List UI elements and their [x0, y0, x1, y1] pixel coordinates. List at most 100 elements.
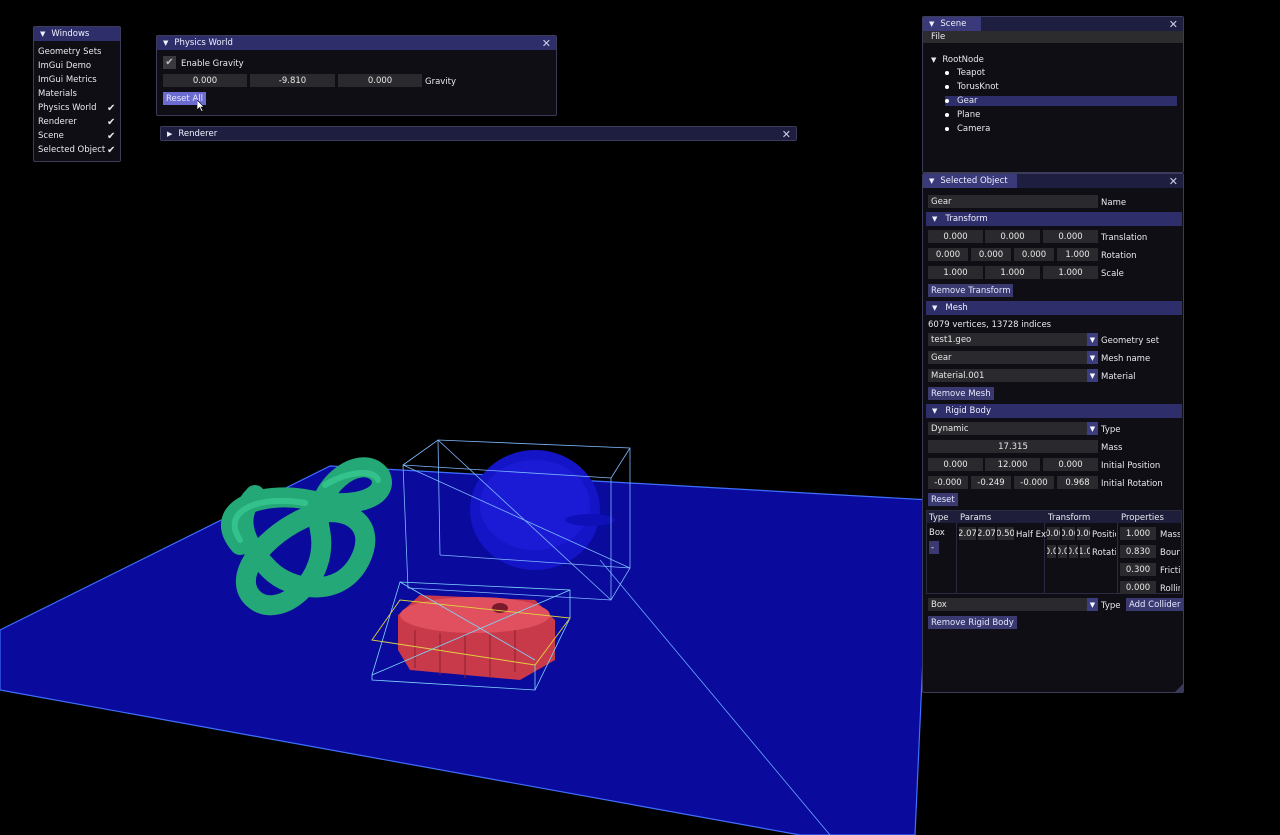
mesh-header[interactable]: ▼ Mesh	[926, 301, 1182, 315]
object-name-input[interactable]: Gear	[928, 195, 1098, 208]
half-extent-z-input[interactable]: 0.50	[997, 527, 1014, 540]
windows-menu-item[interactable]: Geometry Sets	[38, 47, 118, 57]
rigid-body-type-combo[interactable]: Dynamic ▼	[928, 422, 1098, 435]
initial-rotation-w-input[interactable]: 0.968	[1057, 476, 1098, 489]
tree-node[interactable]: Camera	[945, 124, 990, 134]
half-extent-y-input[interactable]: 2.07	[978, 527, 995, 540]
initial-rotation-z-input[interactable]: -0.000	[1014, 476, 1054, 489]
tree-node[interactable]: Teapot	[945, 68, 985, 78]
collapse-triangle-icon[interactable]: ▼	[929, 177, 934, 185]
collider-rotation-y-input[interactable]: 0.0	[1058, 545, 1067, 558]
collider-rotation-w-input[interactable]: 1.0	[1080, 545, 1090, 558]
windows-menu-item[interactable]: Scene ✔	[38, 130, 118, 142]
mesh-name-combo[interactable]: Gear ▼	[928, 351, 1098, 364]
rotation-y-input[interactable]: 0.000	[971, 248, 1011, 261]
translation-z-input[interactable]: 0.000	[1043, 230, 1098, 243]
collider-rotation-z-input[interactable]: 0.0	[1069, 545, 1078, 558]
add-collider-button[interactable]: Add Collider	[1126, 598, 1183, 611]
collider-position-y-input[interactable]: 0.0(	[1062, 527, 1075, 540]
renderer-title: Renderer	[178, 129, 218, 139]
half-extent-x-input[interactable]: 2.07	[959, 527, 976, 540]
scale-y-input[interactable]: 1.000	[985, 266, 1040, 279]
translation-y-input[interactable]: 0.000	[985, 230, 1040, 243]
collider-property-input[interactable]: 0.000	[1120, 581, 1156, 594]
windows-menu-item-label: Geometry Sets	[38, 47, 102, 57]
renderer-window: ▶ Renderer ✕	[160, 126, 797, 141]
collapse-triangle-icon[interactable]: ▼	[932, 304, 937, 312]
checkmark-icon: ✔	[107, 102, 116, 114]
windows-menu-item[interactable]: Materials	[38, 89, 118, 99]
windows-menu-item[interactable]: ImGui Metrics	[38, 75, 118, 85]
collider-rotation-x-input[interactable]: 0.0	[1047, 545, 1056, 558]
collapse-triangle-icon[interactable]: ▼	[40, 30, 45, 38]
close-icon[interactable]: ✕	[1169, 18, 1178, 31]
mass-input[interactable]: 17.315	[928, 440, 1098, 453]
checkmark-icon: ✔	[107, 130, 116, 142]
collapse-triangle-icon[interactable]: ▼	[932, 407, 937, 415]
collider-position-z-input[interactable]: 0.0(	[1077, 527, 1090, 540]
windows-menu-item-label: ImGui Metrics	[38, 75, 97, 85]
windows-menu-item[interactable]: Renderer ✔	[38, 117, 118, 128]
tree-root-node[interactable]: ▼ RootNode	[931, 55, 984, 65]
selected-object-titlebar[interactable]: ▼ Selected Object ✕	[923, 174, 1183, 188]
rotation-z-input[interactable]: 0.000	[1014, 248, 1054, 261]
collider-property-input[interactable]: 0.300	[1120, 563, 1156, 576]
rotation-w-input[interactable]: 1.000	[1057, 248, 1098, 261]
initial-position-z-input[interactable]: 0.000	[1043, 458, 1098, 471]
remove-transform-button[interactable]: Remove Transform	[928, 284, 1014, 297]
collapse-triangle-icon[interactable]: ▼	[932, 215, 937, 223]
geometry-set-combo[interactable]: test1.geo ▼	[928, 333, 1098, 346]
translation-x-input[interactable]: 0.000	[928, 230, 983, 243]
windows-menu-item[interactable]: Physics World ✔	[38, 102, 118, 114]
file-menu[interactable]: File	[931, 32, 945, 42]
transform-header[interactable]: ▼ Transform	[926, 212, 1182, 226]
scene-menubar: File	[923, 31, 1183, 43]
dropdown-arrow-icon[interactable]: ▼	[1087, 333, 1098, 346]
gravity-y-input[interactable]: -9.810	[250, 74, 335, 87]
tree-node[interactable]: Plane	[945, 110, 980, 120]
renderer-titlebar[interactable]: ▶ Renderer ✕	[161, 127, 796, 140]
gravity-z-input[interactable]: 0.000	[338, 74, 422, 87]
initial-position-x-input[interactable]: 0.000	[928, 458, 983, 471]
reset-button[interactable]: Reset	[928, 493, 958, 506]
remove-mesh-button[interactable]: Remove Mesh	[928, 387, 994, 400]
enable-gravity-checkbox[interactable]: ✔	[163, 56, 176, 69]
close-icon[interactable]: ✕	[1169, 175, 1178, 188]
collapse-triangle-icon[interactable]: ▼	[929, 20, 934, 28]
dropdown-arrow-icon[interactable]: ▼	[1087, 422, 1098, 435]
initial-rotation-y-input[interactable]: -0.249	[971, 476, 1011, 489]
windows-menu-item[interactable]: ImGui Demo	[38, 61, 118, 71]
close-icon[interactable]: ✕	[542, 37, 551, 50]
initial-rotation-x-input[interactable]: -0.000	[928, 476, 968, 489]
dropdown-arrow-icon[interactable]: ▼	[1087, 369, 1098, 382]
scale-z-input[interactable]: 1.000	[1043, 266, 1098, 279]
resize-grip-icon[interactable]	[1175, 684, 1183, 692]
tree-node[interactable]: Gear	[945, 96, 1177, 106]
tree-node[interactable]: TorusKnot	[945, 82, 999, 92]
dropdown-arrow-icon[interactable]: ▼	[1087, 598, 1098, 611]
close-icon[interactable]: ✕	[782, 128, 791, 140]
windows-menu-titlebar[interactable]: ▼ Windows	[34, 27, 120, 41]
mass-label: Mass	[1101, 443, 1123, 453]
remove-collider-button[interactable]: -	[929, 541, 939, 554]
scene-titlebar[interactable]: ▼ Scene ✕	[923, 17, 1183, 31]
initial-position-label: Initial Position	[1101, 461, 1161, 471]
collapse-triangle-icon[interactable]: ▼	[163, 39, 168, 47]
collider-property-input[interactable]: 0.830	[1120, 545, 1156, 558]
gravity-x-input[interactable]: 0.000	[163, 74, 247, 87]
remove-rigid-body-button[interactable]: Remove Rigid Body	[928, 616, 1017, 629]
new-collider-type-combo[interactable]: Box ▼	[928, 598, 1098, 611]
windows-menu-item[interactable]: Selected Object ✔	[38, 145, 118, 156]
collider-property-input[interactable]: 1.000	[1120, 527, 1156, 540]
collider-property-label: Rollir	[1160, 584, 1180, 594]
collider-position-x-input[interactable]: 0.0(	[1047, 527, 1060, 540]
initial-position-y-input[interactable]: 12.000	[985, 458, 1040, 471]
rigid-body-header[interactable]: ▼ Rigid Body	[926, 404, 1182, 418]
dropdown-arrow-icon[interactable]: ▼	[1087, 351, 1098, 364]
physics-world-titlebar[interactable]: ▼ Physics World ✕	[157, 36, 556, 50]
expand-triangle-icon[interactable]: ▼	[931, 56, 936, 64]
rotation-x-input[interactable]: 0.000	[928, 248, 968, 261]
expand-triangle-icon[interactable]: ▶	[167, 130, 172, 138]
scale-x-input[interactable]: 1.000	[928, 266, 983, 279]
material-combo[interactable]: Material.001 ▼	[928, 369, 1098, 382]
